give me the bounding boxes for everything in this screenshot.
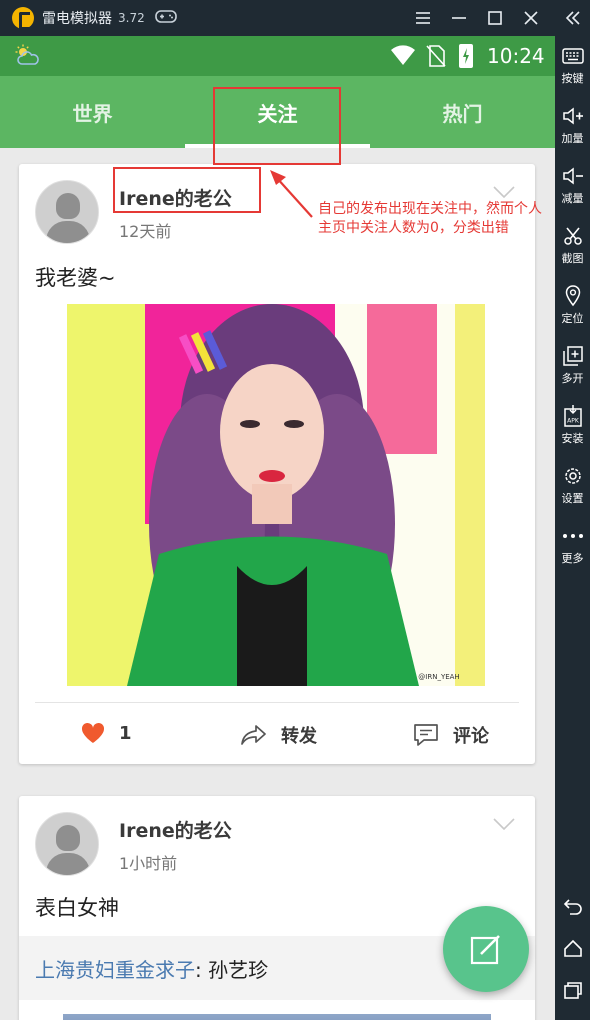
more-icon — [562, 525, 584, 547]
chevron-down-icon[interactable] — [493, 816, 515, 836]
apk-install-icon: APK — [562, 404, 584, 427]
android-statusbar: 10:24 — [0, 36, 555, 76]
emulator-version: 3.72 — [118, 11, 145, 25]
comment-icon — [414, 724, 438, 746]
emulator-titlebar: 雷电模拟器 3.72 — [0, 0, 590, 36]
post-time: 1小时前 — [119, 854, 178, 873]
like-count: 1 — [119, 722, 132, 744]
annotation-note: 自己的发布出现在关注中，然而个人主页中关注人数为0，分类出错 — [318, 201, 542, 236]
avatar[interactable] — [35, 812, 99, 876]
annotation-box-username — [113, 167, 261, 213]
sidebar-item-label: 更多 — [561, 551, 584, 565]
compose-fab[interactable] — [443, 906, 529, 992]
volume-down-icon — [562, 165, 584, 187]
shared-link-author: 孙艺珍 — [208, 958, 269, 982]
share-arrow-icon — [241, 725, 266, 745]
tab-hot[interactable]: 热门 — [370, 76, 555, 148]
sidebar-item-label: 设置 — [561, 491, 584, 505]
gear-icon — [562, 465, 584, 487]
sidebar-item-location[interactable]: 定位 — [555, 280, 590, 330]
back-button[interactable] — [555, 884, 590, 928]
sidebar-item-label: 定位 — [561, 311, 584, 325]
avatar[interactable] — [35, 180, 99, 244]
edit-icon — [470, 935, 500, 965]
shared-link-title: 上海贵妇重金求子 — [35, 958, 195, 982]
tab-world[interactable]: 世界 — [0, 76, 185, 148]
double-chevron-left-icon[interactable] — [555, 0, 590, 36]
comment-label: 评论 — [453, 726, 489, 747]
annotation-arrow — [270, 170, 313, 218]
sidebar-item-label: 减量 — [561, 191, 584, 205]
menu-icon[interactable] — [405, 0, 441, 36]
annotation-box-tab — [213, 87, 341, 165]
sidebar-item-install[interactable]: APK 安装 — [555, 400, 590, 450]
sidebar-item-label: 安装 — [561, 431, 584, 445]
sidebar-item-settings[interactable]: 设置 — [555, 460, 590, 510]
scissors-icon — [562, 225, 584, 247]
like-button[interactable]: 1 — [81, 722, 132, 744]
post-time: 12天前 — [119, 222, 172, 241]
repost-button[interactable]: 转发 — [241, 722, 317, 748]
repost-label: 转发 — [281, 726, 317, 747]
close-icon[interactable] — [513, 0, 549, 36]
battery-charging-icon — [459, 44, 473, 68]
weather-icon — [14, 44, 40, 68]
post-photo[interactable]: @IRN_YEAH — [67, 304, 485, 686]
sidebar-item-keys[interactable]: 按键 — [555, 40, 590, 90]
shared-link-thumbnail[interactable] — [63, 1014, 491, 1020]
heart-icon — [81, 722, 105, 743]
sidebar-item-screenshot[interactable]: 截图 — [555, 220, 590, 270]
location-pin-icon — [562, 284, 584, 307]
home-icon — [562, 937, 584, 959]
svg-text:APK: APK — [567, 417, 580, 424]
home-button[interactable] — [555, 926, 590, 970]
post-text: 我老婆~ — [35, 266, 116, 290]
feed-list[interactable]: Irene的老公 12天前 我老婆~ @IRN_YEAH 1 转发 评论 Ire… — [0, 148, 555, 1020]
recents-button[interactable] — [555, 968, 590, 1012]
photo-watermark: @IRN_YEAH — [418, 673, 459, 681]
no-sim-icon — [426, 45, 446, 71]
post-card[interactable]: Irene的老公 12天前 我老婆~ @IRN_YEAH 1 转发 评论 — [19, 164, 535, 764]
sidebar-item-label: 截图 — [561, 251, 584, 265]
recents-icon — [562, 979, 584, 1001]
shared-link-separator: : — [195, 958, 209, 982]
emulator-window: 雷电模拟器 3.72 按键 加量 减量 截图 定位 多开 APK 安装 设置 更… — [0, 0, 590, 1020]
sidebar-item-label: 加量 — [561, 131, 584, 145]
sidebar-item-label: 多开 — [561, 371, 584, 385]
post-card[interactable]: Irene的老公 1小时前 表白女神 上海贵妇重金求子: 孙艺珍 — [19, 796, 535, 1020]
sidebar-item-label: 按键 — [561, 71, 584, 85]
shared-link-text: 上海贵妇重金求子: 孙艺珍 — [35, 954, 268, 983]
gamepad-icon[interactable] — [154, 8, 177, 28]
divider — [35, 702, 519, 703]
volume-up-icon — [562, 105, 584, 127]
sidebar-item-multi-instance[interactable]: 多开 — [555, 340, 590, 390]
multi-window-icon — [562, 345, 584, 367]
wifi-icon — [390, 44, 416, 70]
post-text: 表白女神 — [35, 896, 119, 920]
leidian-logo-icon — [12, 7, 34, 30]
post-actions: 1 转发 评论 — [19, 712, 535, 756]
emulator-title: 雷电模拟器 — [42, 11, 112, 27]
emulator-sidebar: 按键 加量 减量 截图 定位 多开 APK 安装 设置 更多 — [555, 36, 590, 1020]
back-icon — [562, 895, 584, 917]
post-username[interactable]: Irene的老公 — [119, 816, 232, 843]
minimize-icon[interactable] — [441, 0, 477, 36]
comment-button[interactable]: 评论 — [413, 722, 489, 748]
status-time: 10:24 — [487, 44, 545, 68]
sidebar-item-volume-down[interactable]: 减量 — [555, 160, 590, 210]
maximize-icon[interactable] — [477, 0, 513, 36]
keyboard-icon — [561, 45, 584, 67]
sidebar-item-volume-up[interactable]: 加量 — [555, 100, 590, 150]
sidebar-item-more[interactable]: 更多 — [555, 520, 590, 570]
